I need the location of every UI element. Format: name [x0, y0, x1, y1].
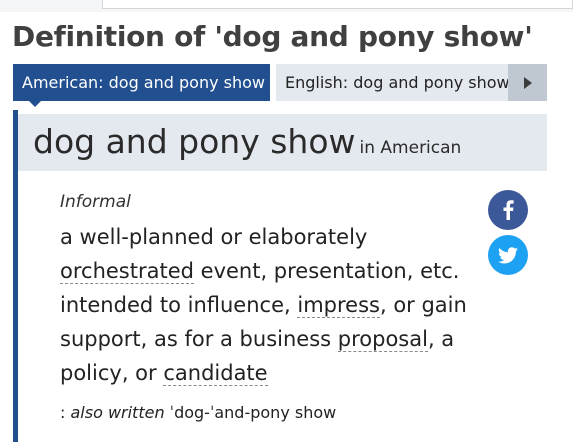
tab-american-label: American: dog and pony show — [22, 73, 265, 92]
facebook-share-button[interactable] — [488, 190, 528, 230]
variant-spelling: : also written ˈdog-ˈand-pony show — [60, 403, 336, 422]
headword-language: in American — [359, 138, 462, 158]
top-box — [102, 0, 573, 9]
word-link-impress[interactable]: impress — [297, 293, 380, 318]
word-link-candidate[interactable]: candidate — [163, 361, 268, 386]
tab-american[interactable]: American: dog and pony show — [13, 64, 270, 107]
variant-label: also written — [70, 403, 165, 422]
definition-part: a well-planned or elaborately — [60, 225, 368, 249]
page-title: Definition of 'dog and pony show' — [12, 20, 533, 53]
definition-text: a well-planned or elaborately orchestrat… — [60, 220, 480, 390]
twitter-share-button[interactable] — [488, 235, 528, 275]
usage-label: Informal — [60, 192, 131, 212]
headword-text: dog and pony show — [33, 122, 356, 161]
tab-english[interactable]: English: dog and pony show — [276, 64, 508, 101]
caret-right-icon — [523, 76, 532, 89]
headword-band: dog and pony show in American — [18, 114, 547, 171]
word-link-orchestrated[interactable]: orchestrated — [60, 259, 194, 284]
tab-english-label: English: dog and pony show — [285, 73, 508, 92]
tab-caret-icon — [29, 101, 41, 107]
word-link-proposal[interactable]: proposal — [337, 327, 428, 352]
facebook-icon — [503, 200, 514, 220]
variant-form: ˈdog-ˈand-pony show — [164, 403, 337, 422]
headword: dog and pony show in American — [33, 122, 461, 161]
top-strip — [0, 0, 573, 12]
variant-prefix: : — [60, 403, 71, 422]
twitter-icon — [498, 246, 518, 263]
tab-next-button[interactable] — [508, 64, 547, 101]
